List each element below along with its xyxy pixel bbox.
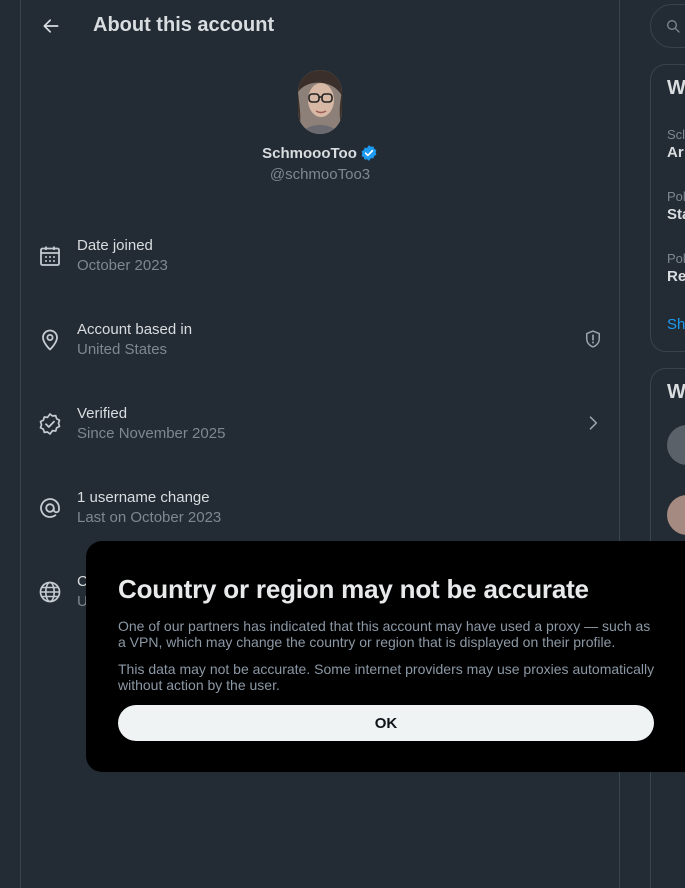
profile-summary: SchmoooToo @schmooToo3 — [21, 70, 619, 183]
info-label: Account based in — [77, 321, 193, 338]
globe-icon — [39, 581, 61, 603]
info-label: Verified — [77, 405, 128, 422]
dialog-body-text: This data may not be accurate. Some inte… — [118, 661, 655, 693]
avatar[interactable] — [667, 495, 685, 535]
card-title: W — [667, 77, 685, 99]
page: About this account SchmoooToo @schmooToo… — [0, 0, 685, 888]
verified-outline-icon — [39, 413, 61, 435]
info-row-date-joined: Date joined October 2023 — [21, 214, 619, 298]
card-item-main[interactable]: Re — [667, 268, 685, 285]
handle: @schmooToo3 — [269, 166, 371, 183]
dialog-title: Country or region may not be accurate — [118, 574, 589, 604]
search-icon — [667, 20, 680, 33]
shield-info-icon[interactable] — [583, 328, 603, 350]
display-name[interactable]: SchmoooToo — [262, 145, 357, 162]
search-input[interactable] — [650, 4, 685, 48]
info-row-username-change: 1 username change Last on October 2023 — [21, 466, 619, 550]
display-name-row: SchmoooToo — [21, 144, 619, 162]
verified-badge-icon — [361, 145, 377, 161]
back-button[interactable] — [33, 8, 69, 44]
calendar-icon — [40, 246, 60, 266]
card-item-main[interactable]: Ar — [667, 144, 684, 161]
ok-button[interactable]: OK — [118, 705, 654, 741]
card-item-sub: Pol — [667, 189, 685, 204]
region-accuracy-dialog: Country or region may not be accurate On… — [86, 541, 685, 772]
info-row-account-based-in: Account based in United States — [21, 298, 619, 382]
sidebar-card-trends: W Scl Ar Pol Sta Pol Re Sh — [650, 64, 685, 352]
page-title: About this account — [93, 14, 275, 36]
chevron-right-icon — [589, 416, 598, 430]
info-label: Date joined — [77, 237, 153, 254]
info-value: Since November 2025 — [77, 425, 226, 442]
info-value: Last on October 2023 — [77, 509, 222, 526]
info-row-verified[interactable]: Verified Since November 2025 — [21, 382, 619, 466]
header: About this account — [21, 0, 619, 52]
back-arrow-icon — [43, 19, 59, 33]
location-pin-icon — [42, 329, 58, 351]
card-item-sub: Pol — [667, 251, 685, 266]
avatar[interactable] — [298, 70, 342, 134]
card-item-main[interactable]: Sta — [667, 206, 685, 223]
card-item-sub: Scl — [667, 127, 685, 142]
info-value: October 2023 — [77, 257, 168, 274]
info-value: United States — [77, 341, 168, 358]
info-label: 1 username change — [77, 489, 210, 506]
dialog-body-text: One of our partners has indicated that t… — [118, 618, 651, 650]
show-more-link[interactable]: Sh — [667, 316, 685, 333]
avatar[interactable] — [667, 425, 685, 465]
card-title: W — [667, 381, 685, 403]
at-sign-icon — [40, 498, 60, 518]
